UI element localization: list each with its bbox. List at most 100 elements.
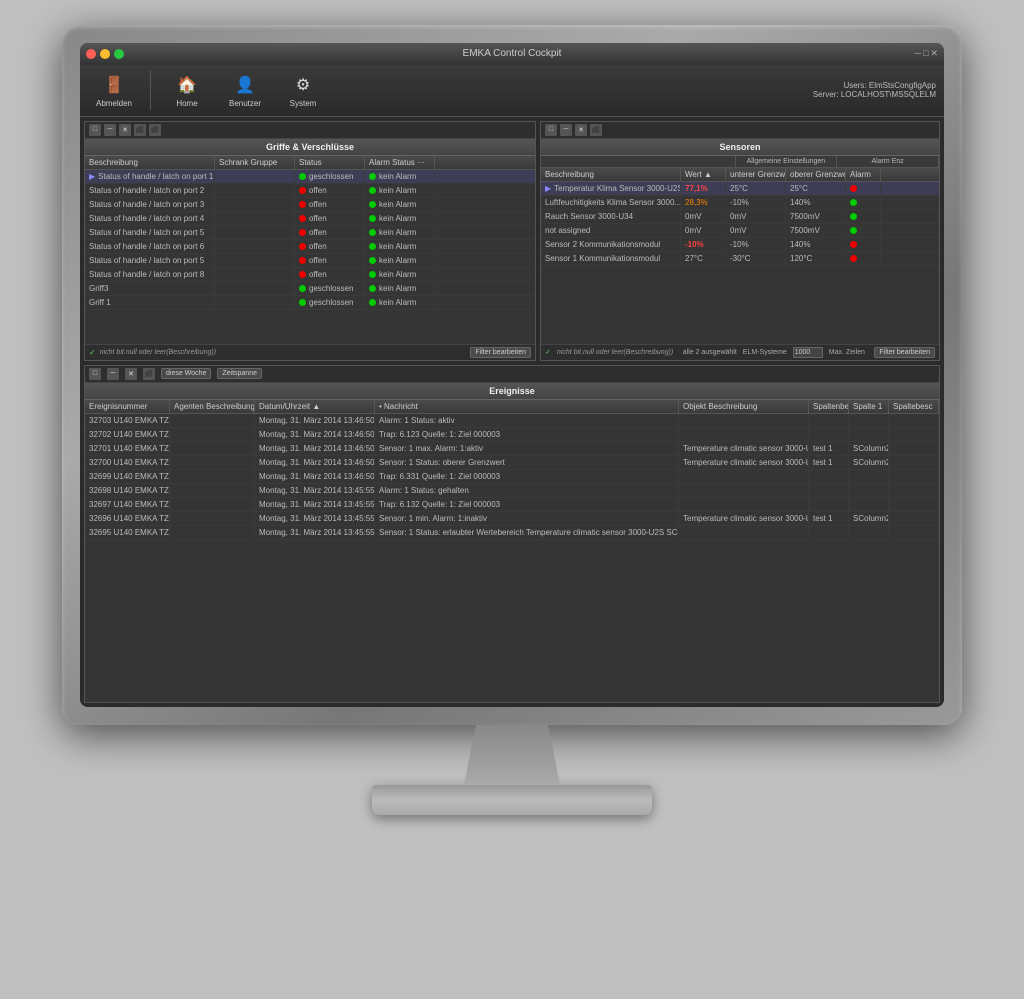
events-btn-week[interactable]: diese Woche <box>161 368 211 379</box>
events-row[interactable]: 32702 U140 EMKA TZ Montag, 31. März 2014… <box>85 428 939 442</box>
handles-td-status: offen <box>295 268 365 281</box>
handles-row[interactable]: Status of handle / latch on port 2 offen… <box>85 184 535 198</box>
win-close-icon[interactable]: ✕ <box>930 48 938 59</box>
benutzer-label: Benutzer <box>229 99 261 108</box>
events-row[interactable]: 32695 U140 EMKA TZ Montag, 31. März 2014… <box>85 526 939 540</box>
evt-td-dt: Montag, 31. März 2014 13:46:50 <box>255 442 375 455</box>
toolbar-benutzer[interactable]: 👤 Benutzer <box>219 70 271 111</box>
close-btn[interactable] <box>86 49 96 59</box>
sensors-row[interactable]: Sensor 1 Kommunikationsmodul 27°C -30°C … <box>541 252 939 266</box>
titlebar: EMKA Control Cockpit ─ □ ✕ <box>80 43 944 65</box>
sensors-td-desc: Rauch Sensor 3000-U34 <box>541 210 681 223</box>
handles-td-status: offen <box>295 254 365 267</box>
evt-td-s2 <box>849 428 889 441</box>
handles-row[interactable]: Griff 1 geschlossen kein Alarm <box>85 296 535 310</box>
handle-tool-2[interactable]: ─ <box>104 124 116 136</box>
evt-tool-4[interactable]: ⬛ <box>143 368 155 380</box>
evt-td-s1: test 1 <box>809 442 849 455</box>
handles-row[interactable]: Status of handle / latch on port 3 offen… <box>85 198 535 212</box>
sensor-tool-3[interactable]: ✕ <box>575 124 587 136</box>
evt-tool-3[interactable]: ✕ <box>125 368 137 380</box>
sensors-td-upper: 7500mV <box>786 224 846 237</box>
evt-td-s2: SColumn2 <box>849 512 889 525</box>
evt-td-obj <box>679 526 809 539</box>
sensors-row[interactable]: not assigned 0mV 0mV 7500mV <box>541 224 939 238</box>
win-maximize-icon[interactable]: □ <box>923 48 928 59</box>
alarm-text: kein Alarm <box>379 242 416 251</box>
sensors-td-upper: 7500mV <box>786 210 846 223</box>
sensors-td-desc: ▶Temperatur Klima Sensor 3000-U2S <box>541 182 681 195</box>
evt-td-nr: 32698 U140 EMKA TZ <box>85 484 170 497</box>
sensor-alarm-dot <box>850 213 857 220</box>
events-row[interactable]: 32699 U140 EMKA TZ Montag, 31. März 2014… <box>85 470 939 484</box>
handles-row[interactable]: Status of handle / latch on port 8 offen… <box>85 268 535 282</box>
main-content: □ ─ ✕ ⬛ ⬛ Griffe & Verschlüsse Beschreib… <box>80 117 944 707</box>
handles-row[interactable]: Status of handle / latch on port 5 offen… <box>85 254 535 268</box>
evt-td-s3 <box>889 414 939 427</box>
events-col-spalt1: Spaltenbeschriftung 1 <box>809 400 849 413</box>
events-row[interactable]: 32700 U140 EMKA TZ Montag, 31. März 2014… <box>85 456 939 470</box>
evt-td-s3 <box>889 470 939 483</box>
evt-tool-1[interactable]: □ <box>89 368 101 380</box>
events-row[interactable]: 32697 U140 EMKA TZ Montag, 31. März 2014… <box>85 498 939 512</box>
handles-td-alarm: kein Alarm <box>365 240 435 253</box>
handles-row[interactable]: Status of handle / latch on port 6 offen… <box>85 240 535 254</box>
sensors-row[interactable]: Rauch Sensor 3000-U34 0mV 0mV 7500mV <box>541 210 939 224</box>
evt-td-agent <box>170 512 255 525</box>
alarm-dot <box>369 187 376 194</box>
sensor-value: 0mV <box>685 212 701 221</box>
alarm-text: kein Alarm <box>379 172 416 181</box>
evt-td-obj: Temperature climatic sensor 3000-U2S SCo… <box>679 512 809 525</box>
handle-tool-1[interactable]: □ <box>89 124 101 136</box>
alarm-text: kein Alarm <box>379 214 416 223</box>
sensors-table-header: Beschreibung Wert ▲ unterer Grenzwert ob… <box>541 168 939 182</box>
handles-row[interactable]: Status of handle / latch on port 5 offen… <box>85 226 535 240</box>
events-row[interactable]: 32698 U140 EMKA TZ Montag, 31. März 2014… <box>85 484 939 498</box>
sensor-tool-1[interactable]: □ <box>545 124 557 136</box>
evt-td-obj <box>679 498 809 511</box>
toolbar-abmelden[interactable]: 🚪 Abmelden <box>88 70 140 111</box>
handles-row[interactable]: Griff3 geschlossen kein Alarm <box>85 282 535 296</box>
win-minimize-icon[interactable]: ─ <box>915 48 921 59</box>
sensors-sub-header: Allgemeine Einstellungen Alarm Enz <box>541 156 939 168</box>
events-row[interactable]: 32696 U140 EMKA TZ Montag, 31. März 2014… <box>85 512 939 526</box>
handles-td-desc: Status of handle / latch on port 8 <box>85 268 215 281</box>
evt-td-dt: Montag, 31. März 2014 13:46:50 <box>255 414 375 427</box>
maximize-btn[interactable] <box>114 49 124 59</box>
main-toolbar: 🚪 Abmelden 🏠 Home 👤 Benutzer ⚙ Syste <box>80 65 944 117</box>
sensors-row[interactable]: Luftfeuchitigkeits Klima Sensor 3000... … <box>541 196 939 210</box>
evt-td-msg: Alarm: 1 Status: gehalten <box>375 484 679 497</box>
system-icon: ⚙ <box>291 73 315 97</box>
handle-tool-5[interactable]: ⬛ <box>149 124 161 136</box>
evt-td-s1 <box>809 484 849 497</box>
evt-td-s2: SColumn2 <box>849 442 889 455</box>
sensors-td-desc: Sensor 1 Kommunikationsmodul <box>541 252 681 265</box>
handles-row[interactable]: Status of handle / latch on port 4 offen… <box>85 212 535 226</box>
handles-filter-btn[interactable]: Filter bearbeiten <box>470 347 531 358</box>
sensors-elm-input[interactable] <box>793 347 823 358</box>
sensor-value: 0mV <box>685 226 701 235</box>
sensor-tool-2[interactable]: ─ <box>560 124 572 136</box>
status-text: offen <box>309 256 327 265</box>
minimize-btn[interactable] <box>100 49 110 59</box>
status-dot <box>299 257 306 264</box>
handles-row[interactable]: ▶Status of handle / latch on port 1 gesc… <box>85 170 535 184</box>
sensors-filter-btn[interactable]: Filter bearbeiten <box>874 347 935 358</box>
row-arrow: ▶ <box>545 184 551 193</box>
events-col-nr: Ereignisnummer <box>85 400 170 413</box>
evt-tool-2[interactable]: ─ <box>107 368 119 380</box>
events-btn-timespan[interactable]: Zeitspanne <box>217 368 262 379</box>
events-row[interactable]: 32701 U140 EMKA TZ Montag, 31. März 2014… <box>85 442 939 456</box>
events-row[interactable]: 32703 U140 EMKA TZ Montag, 31. März 2014… <box>85 414 939 428</box>
evt-td-msg: Trap: 6.132 Quelle: 1: Ziel 000003 <box>375 498 679 511</box>
sensors-td-wert: 0mV <box>681 224 726 237</box>
sensors-row[interactable]: Sensor 2 Kommunikationsmodul -10% -10% 1… <box>541 238 939 252</box>
sensors-col-wert: Wert ▲ <box>681 168 726 181</box>
handles-filter-label: nicht bit.null oder leer(Beschreibung)) <box>100 349 216 356</box>
toolbar-home[interactable]: 🏠 Home <box>161 70 213 111</box>
toolbar-system[interactable]: ⚙ System <box>277 70 329 111</box>
sensor-tool-4[interactable]: ⬛ <box>590 124 602 136</box>
handle-tool-3[interactable]: ✕ <box>119 124 131 136</box>
handle-tool-4[interactable]: ⬛ <box>134 124 146 136</box>
sensors-row[interactable]: ▶Temperatur Klima Sensor 3000-U2S 77,1% … <box>541 182 939 196</box>
